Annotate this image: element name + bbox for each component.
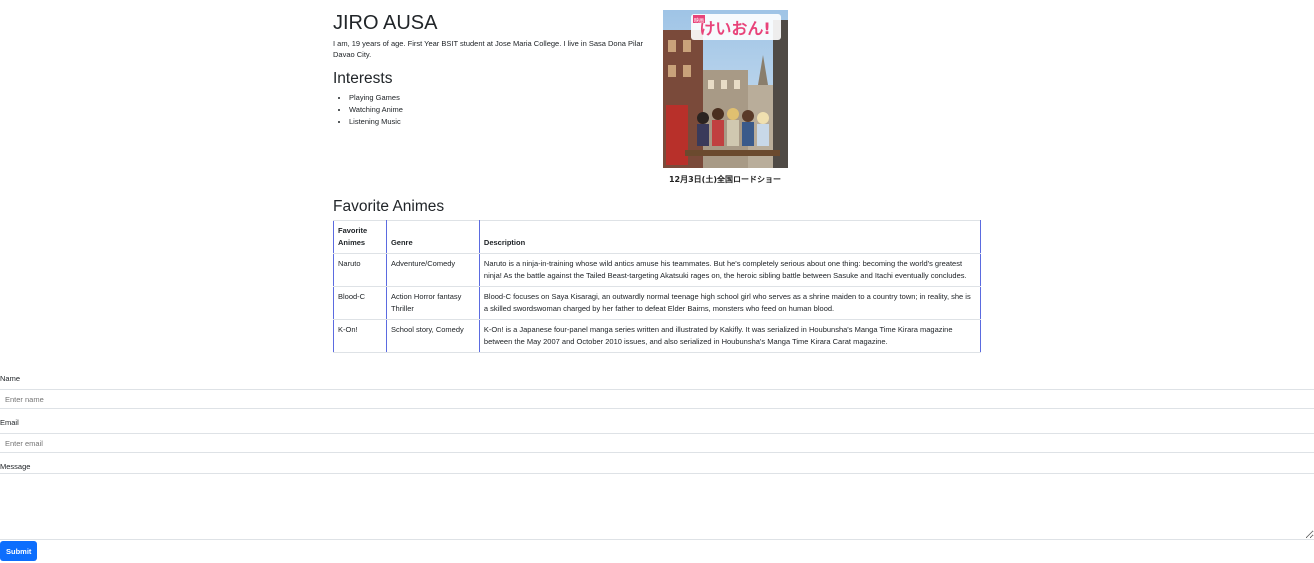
favorite-animes-table: Favorite Animes Genre Description Naruto…	[333, 220, 982, 353]
table-header-row: Favorite Animes Genre Description	[333, 220, 982, 254]
name-input[interactable]	[0, 389, 1314, 409]
column-header-description: Description	[478, 220, 982, 254]
column-header-anime: Favorite Animes	[333, 220, 387, 254]
profile-name: JIRO AUSA	[333, 12, 438, 34]
cell-genre: School story, Comedy	[385, 319, 480, 353]
poster-badge-text: 映画	[694, 17, 704, 24]
cell-anime: K-On!	[333, 319, 387, 353]
column-header-genre: Genre	[385, 220, 480, 254]
interest-item: Watching Anime	[349, 104, 663, 116]
table-row: K-On! School story, Comedy K-On! is a Ja…	[333, 319, 982, 353]
cell-description: K-On! is a Japanese four-panel manga ser…	[478, 319, 982, 353]
poster-title-text: けいおん!	[699, 19, 770, 38]
message-textarea[interactable]	[0, 473, 1314, 540]
anime-poster-image: けいおん! 映画 12月3日(土)全国ロードショー	[663, 10, 788, 189]
interests-list: Playing Games Watching Anime Listening M…	[333, 92, 663, 128]
favorite-animes-heading: Favorite Animes	[333, 198, 445, 215]
cell-genre: Action Horror fantasy Thriller	[385, 286, 480, 320]
cell-description: Naruto is a ninja-in-training whose wild…	[478, 253, 982, 287]
interests-heading: Interests	[333, 70, 393, 87]
poster-date-text: 12月3日(土)全国ロードショー	[669, 174, 781, 184]
name-label: Name	[0, 374, 21, 383]
table-row: Naruto Adventure/Comedy Naruto is a ninj…	[333, 253, 982, 287]
message-label: Message	[0, 462, 31, 471]
table-row: Blood-C Action Horror fantasy Thriller B…	[333, 286, 982, 320]
cell-anime: Naruto	[333, 253, 387, 287]
email-input[interactable]	[0, 433, 1314, 453]
cell-genre: Adventure/Comedy	[385, 253, 480, 287]
cell-anime: Blood-C	[333, 286, 387, 320]
interest-item: Playing Games	[349, 92, 663, 104]
interest-item: Listening Music	[349, 116, 663, 128]
submit-button[interactable]: Submit	[0, 541, 37, 561]
profile-section: JIRO AUSA I am, 19 years of age. First Y…	[333, 10, 663, 128]
email-label: Email	[0, 418, 19, 427]
cell-description: Blood-C focuses on Saya Kisaragi, an out…	[478, 286, 982, 320]
profile-bio: I am, 19 years of age. First Year BSIT s…	[333, 39, 644, 59]
